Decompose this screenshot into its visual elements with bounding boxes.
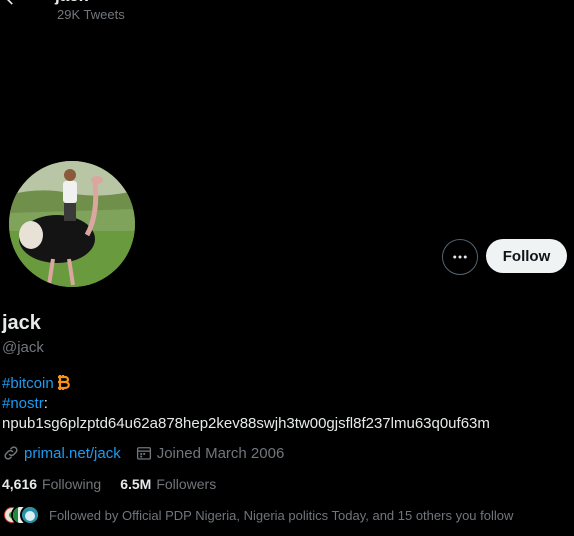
calendar-icon [136, 447, 151, 460]
hashtag-nostr[interactable]: #nostr [2, 395, 44, 412]
display-name: jack [2, 312, 41, 334]
following-label: Following [42, 476, 102, 492]
website-link[interactable]: primal.net/jack [24, 445, 121, 462]
bitcoin-icon [57, 375, 70, 390]
bio-line-bitcoin: #bitcoin [2, 374, 490, 394]
followers-count: 6.5M [120, 476, 152, 492]
hashtag-bitcoin[interactable]: #bitcoin [2, 375, 54, 392]
header-display-name: jack [55, 0, 88, 6]
followed-by-avatars [2, 505, 42, 525]
followers-label: Followers [156, 476, 217, 492]
more-button[interactable] [442, 239, 478, 275]
bio: #bitcoin #nostr: npub1sg6plzptd64u62a878… [2, 374, 490, 434]
following-count: 4,616 [2, 476, 38, 492]
arrow-left-icon[interactable] [2, 0, 22, 8]
profile-header-bar: jack 29K Tweets [0, 0, 574, 30]
follow-button[interactable]: Follow [486, 239, 567, 273]
link-icon [4, 446, 18, 460]
tweet-count: 29K Tweets [57, 7, 125, 22]
followed-by-text: Followed by Official PDP Nigeria, Nigeri… [49, 507, 514, 523]
following-link[interactable]: 4,616 Following [2, 476, 101, 492]
followers-link[interactable]: 6.5M Followers [120, 476, 216, 492]
nostr-colon: : [43, 395, 48, 412]
follow-stats: 4,616 Following 6.5M Followers [2, 476, 235, 492]
handle: @jack [2, 339, 44, 356]
profile-meta: primal.net/jack Joined March 2006 [2, 444, 284, 462]
followed-by[interactable]: Followed by Official PDP Nigeria, Nigeri… [2, 505, 513, 525]
bio-npub: npub1sg6plzptd64u62a878hep2kev88swjh3tw0… [2, 415, 490, 432]
more-horizontal-icon [453, 255, 467, 259]
avatar[interactable] [5, 157, 139, 291]
profile-page: jack 29K Tweets Follow jack @jack [0, 0, 574, 536]
joined-date: Joined March 2006 [156, 444, 285, 462]
mini-avatar [20, 505, 40, 525]
avatar-image [9, 161, 135, 287]
bio-line-nostr: #nostr: [2, 394, 490, 414]
